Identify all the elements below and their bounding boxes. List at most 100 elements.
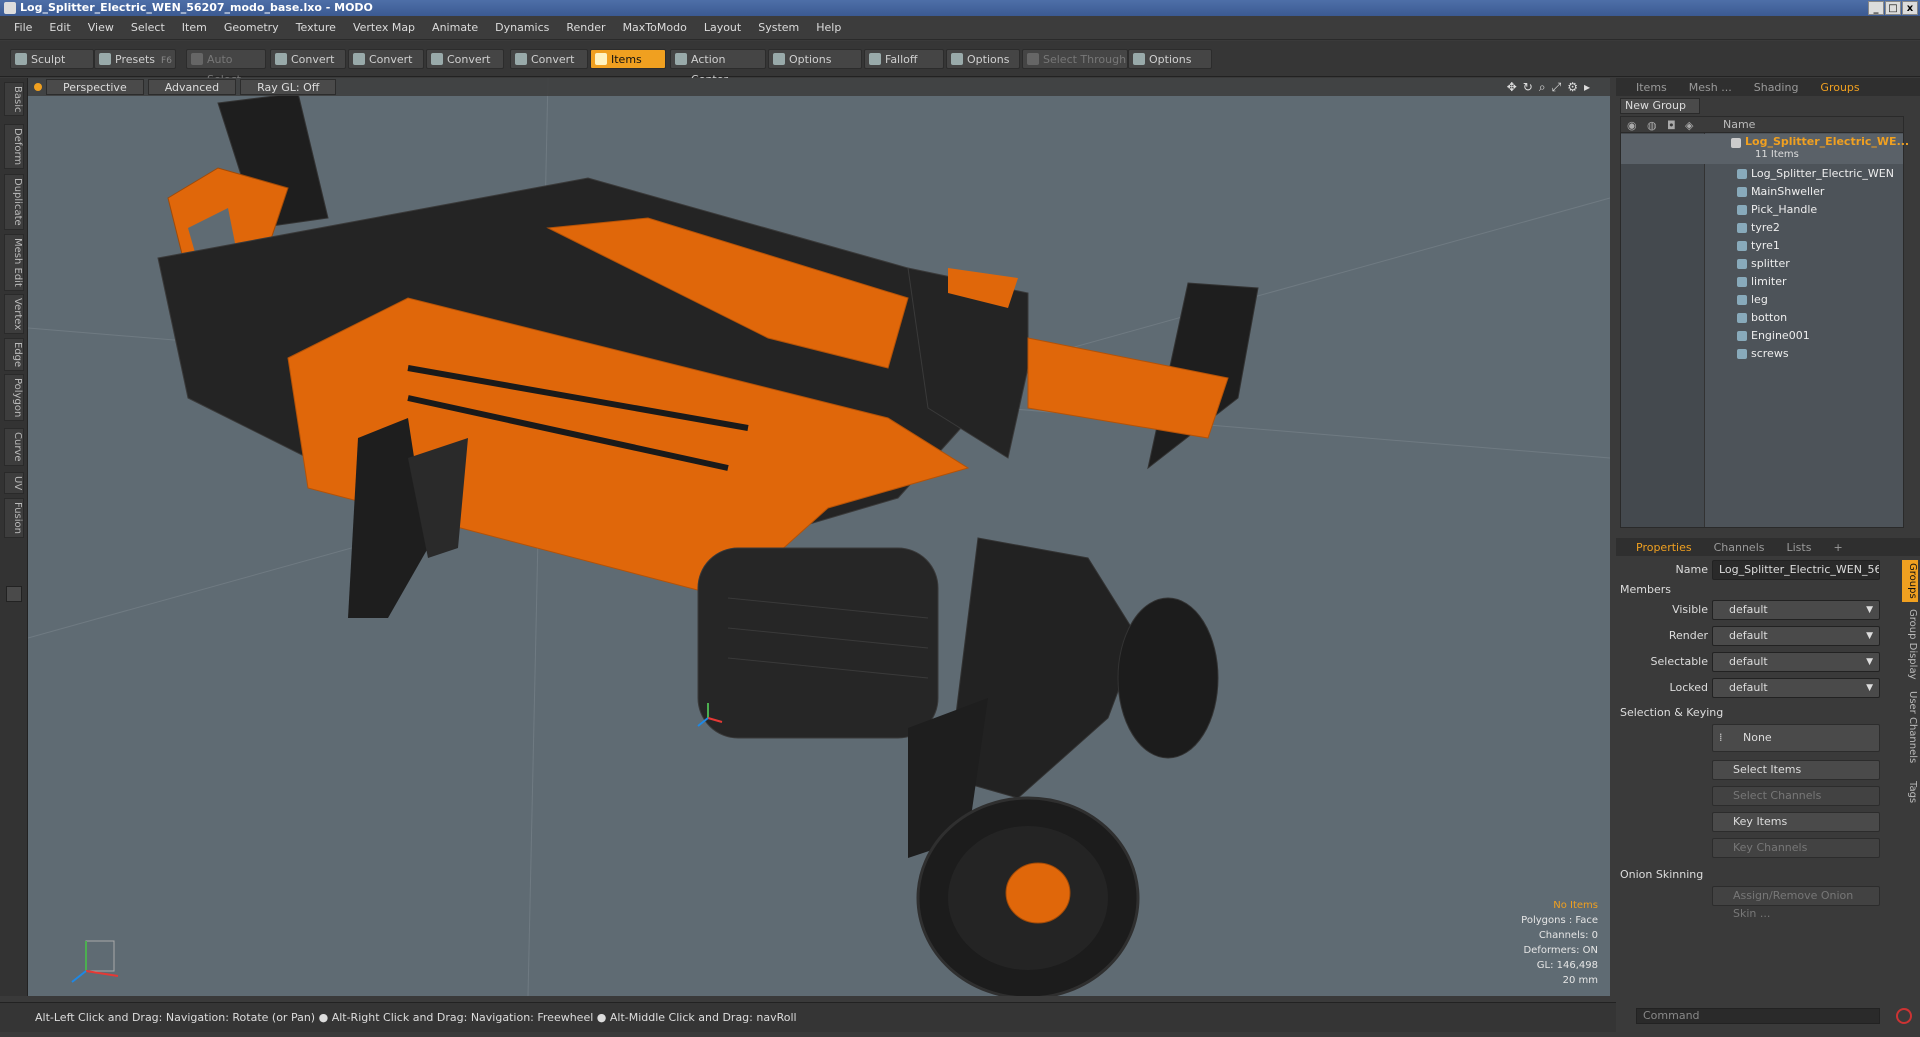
tab-fusion[interactable]: Fusion [4, 498, 24, 538]
fit-icon[interactable]: ⤢ [1552, 80, 1562, 95]
vtab-groups[interactable]: Groups [1902, 560, 1918, 602]
list-item[interactable]: Log_Splitter_Electric_WEN ... [1621, 165, 1903, 198]
tab-deform[interactable]: Deform [4, 124, 24, 170]
menu-vertex-map[interactable]: Vertex Map [353, 21, 415, 34]
gear-icon[interactable]: ⚙ [1567, 80, 1578, 95]
tab-items[interactable]: Items [1636, 81, 1667, 94]
locked-dropdown[interactable]: default ▼ [1712, 678, 1880, 698]
tab-uv[interactable]: UV [4, 472, 24, 495]
menu-geometry[interactable]: Geometry [224, 21, 279, 34]
advanced-button[interactable]: Advanced [147, 79, 237, 95]
select-icon[interactable]: ◈ [1685, 119, 1693, 132]
list-item[interactable]: botton [1621, 309, 1903, 327]
tab-duplicate[interactable]: Duplicate [4, 174, 24, 230]
menu-maxtomodo[interactable]: MaxToModo [623, 21, 687, 34]
3d-viewport[interactable]: Perspective Advanced Ray GL: Off ✥ ↻ ⌕ ⤢… [28, 78, 1610, 996]
list-item[interactable]: Engine001 [1621, 327, 1903, 345]
expand-toggle[interactable] [6, 586, 22, 602]
action-center-button[interactable]: Action Center [670, 49, 766, 86]
menu-animate[interactable]: Animate [432, 21, 478, 34]
list-item[interactable]: MainShweller [1621, 183, 1903, 201]
selection-keying-section[interactable]: Selection & Keying [1620, 706, 1723, 719]
list-item[interactable]: tyre2 [1621, 219, 1903, 237]
vtab-user-channels[interactable]: User Channels [1902, 688, 1918, 766]
tab-mesh-edit[interactable]: Mesh Edit [4, 234, 24, 291]
menu-texture[interactable]: Texture [296, 21, 336, 34]
tab-mesh[interactable]: Mesh ... [1689, 81, 1732, 94]
convert-icon [431, 53, 443, 65]
tab-basic[interactable]: Basic [4, 82, 24, 117]
items-mode-button[interactable]: Items [590, 49, 666, 69]
render-dropdown[interactable]: default ▼ [1712, 626, 1880, 646]
play-icon[interactable]: ▸ [1584, 80, 1590, 95]
convert-button-4[interactable]: Convert [510, 49, 588, 69]
menu-layout[interactable]: Layout [704, 21, 741, 34]
options-button-3[interactable]: Options [1128, 49, 1212, 69]
zoom-icon[interactable]: ⌕ [1539, 80, 1546, 95]
menu-help[interactable]: Help [816, 21, 841, 34]
list-item[interactable]: screws [1621, 345, 1903, 363]
lock-icon[interactable]: ◘ [1667, 119, 1676, 132]
name-field[interactable]: Log_Splitter_Electric_WEN_5620 [1712, 560, 1880, 580]
tab-polygon[interactable]: Polygon [4, 374, 24, 422]
options-button-2[interactable]: Options [946, 49, 1020, 69]
command-input[interactable]: Command [1636, 1008, 1880, 1024]
assign-onion-skin-button[interactable]: Assign/Remove Onion Skin ... [1712, 886, 1880, 920]
menu-render[interactable]: Render [566, 21, 605, 34]
tab-curve[interactable]: Curve [4, 428, 24, 466]
menu-file[interactable]: File [14, 21, 32, 34]
select-channels-button[interactable]: Select Channels [1712, 786, 1880, 806]
tab-vertex[interactable]: Vertex [4, 294, 24, 335]
group-row[interactable]: Log_Splitter_Electric_WE... 11 Items [1621, 134, 1909, 164]
eye-icon[interactable]: ◉ [1627, 119, 1637, 132]
list-item[interactable]: splitter [1621, 255, 1903, 273]
falloff-button[interactable]: Falloff [864, 49, 944, 69]
close-button[interactable]: x [1902, 1, 1918, 15]
sculpt-button[interactable]: Sculpt [10, 49, 94, 69]
options-button-1[interactable]: Options [768, 49, 862, 69]
new-group-button[interactable]: New Group [1620, 98, 1700, 114]
minimize-button[interactable]: _ [1868, 1, 1884, 15]
menu-select[interactable]: Select [131, 21, 165, 34]
convert-button-1[interactable]: Convert [270, 49, 346, 69]
raygl-button[interactable]: Ray GL: Off [240, 79, 337, 95]
render-icon[interactable]: ◍ [1647, 119, 1657, 132]
members-section[interactable]: Members [1620, 583, 1671, 596]
key-items-button[interactable]: Key Items [1712, 812, 1880, 832]
menu-item[interactable]: Item [182, 21, 207, 34]
menu-dynamics[interactable]: Dynamics [495, 21, 549, 34]
list-item[interactable]: Pick_Handle [1621, 201, 1903, 219]
select-through-icon [1027, 53, 1039, 65]
pan-icon[interactable]: ✥ [1507, 80, 1517, 95]
convert-button-2[interactable]: Convert [348, 49, 424, 69]
tab-lists[interactable]: Lists [1787, 541, 1812, 554]
rotate-icon[interactable]: ↻ [1523, 80, 1533, 95]
visible-dropdown[interactable]: default ▼ [1712, 600, 1880, 620]
list-item[interactable]: tyre1 [1621, 237, 1903, 255]
select-through-button[interactable]: Select Through [1022, 49, 1128, 69]
add-tab-button[interactable]: + [1833, 541, 1842, 554]
vtab-group-display[interactable]: Group Display [1902, 606, 1918, 682]
menu-edit[interactable]: Edit [49, 21, 70, 34]
select-items-button[interactable]: Select Items [1712, 760, 1880, 780]
tab-edge[interactable]: Edge [4, 338, 24, 372]
tab-channels[interactable]: Channels [1714, 541, 1765, 554]
record-icon[interactable] [1896, 1008, 1912, 1024]
selectable-dropdown[interactable]: default ▼ [1712, 652, 1880, 672]
vtab-tags[interactable]: Tags [1902, 778, 1918, 806]
tab-properties[interactable]: Properties [1636, 541, 1692, 554]
presets-button[interactable]: Presets F6 [94, 49, 176, 69]
list-item[interactable]: limiter [1621, 273, 1903, 291]
menu-view[interactable]: View [88, 21, 114, 34]
perspective-button[interactable]: Perspective [46, 79, 144, 95]
tab-groups[interactable]: Groups [1820, 81, 1859, 94]
none-button[interactable]: ⁞ None [1712, 724, 1880, 752]
convert-button-3[interactable]: Convert [426, 49, 504, 69]
onion-skinning-section[interactable]: Onion Skinning [1620, 868, 1703, 881]
tab-shading[interactable]: Shading [1754, 81, 1799, 94]
maximize-button[interactable]: □ [1885, 1, 1901, 15]
auto-select-button[interactable]: Auto Select [186, 49, 266, 86]
key-channels-button[interactable]: Key Channels [1712, 838, 1880, 858]
list-item[interactable]: leg [1621, 291, 1903, 309]
menu-system[interactable]: System [758, 21, 799, 34]
